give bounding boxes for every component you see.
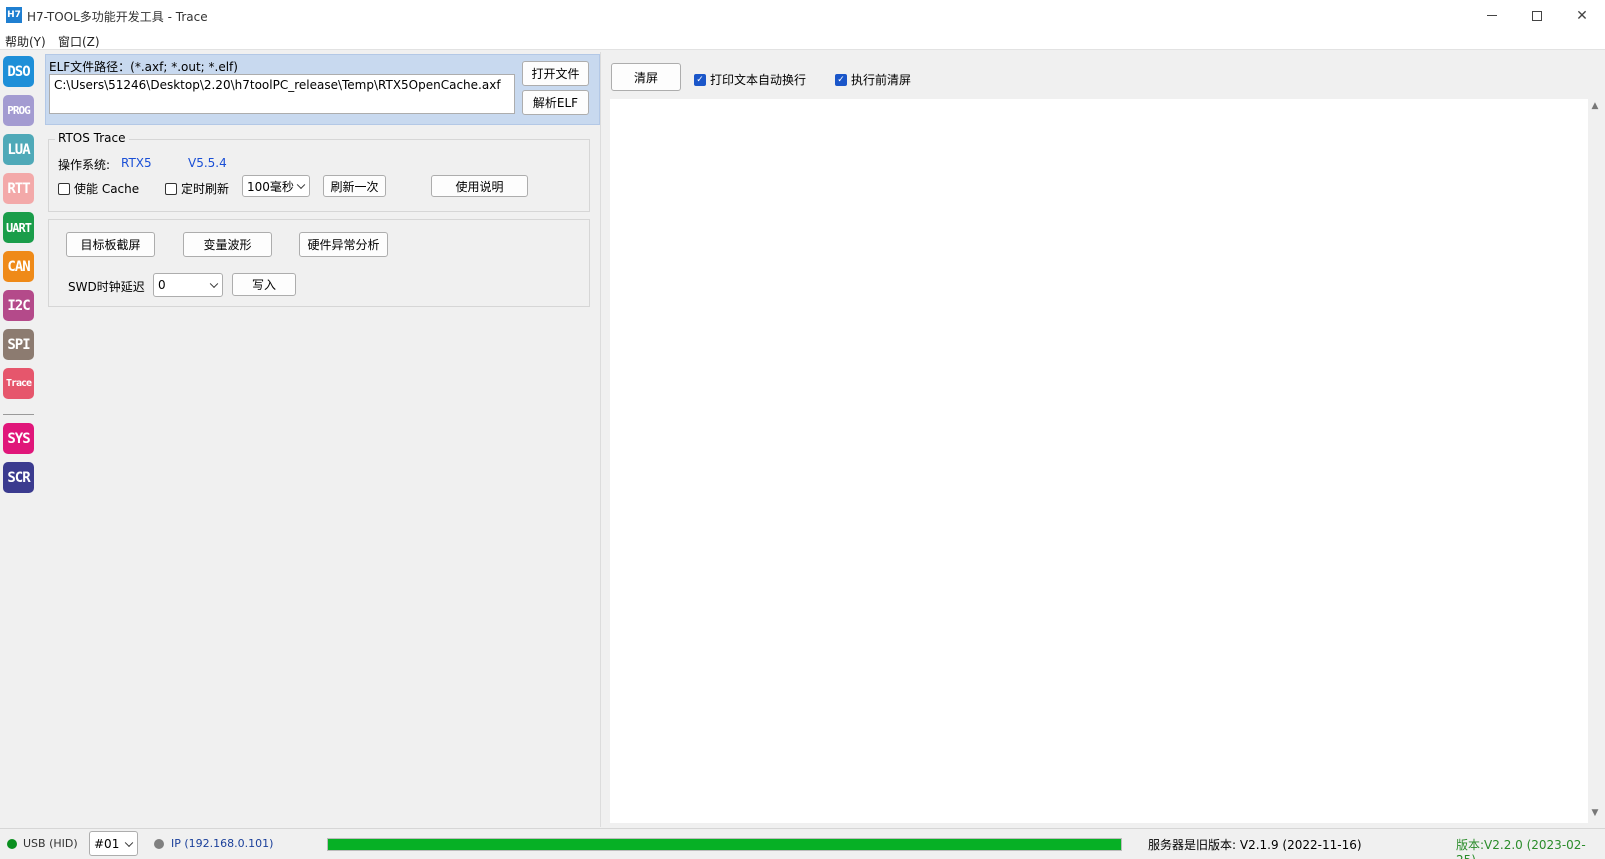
elf-panel: ELF文件路径：(*.axf; *.out; *.elf) C:\Users\5…	[45, 54, 600, 125]
write-button[interactable]: 写入	[232, 273, 296, 296]
nav-divider	[3, 414, 34, 415]
cache-checkbox-label: 使能 Cache	[74, 182, 140, 196]
nav-spi-button[interactable]: SPI	[3, 329, 34, 360]
tools-group: 目标板截屏 变量波形 硬件异常分析 SWD时钟延迟 0 写入	[48, 219, 590, 307]
window-title: H7-TOOL多功能开发工具 - Trace	[27, 10, 208, 24]
clear-before-run-checkbox-box[interactable]: ✓	[835, 73, 847, 86]
clear-screen-button[interactable]: 清屏	[611, 63, 681, 91]
parse-elf-button[interactable]: 解析ELF	[522, 90, 589, 115]
close-button[interactable]: ✕	[1559, 0, 1605, 31]
rtos-group-title: RTOS Trace	[55, 131, 129, 145]
device-select-value: #01	[94, 836, 120, 851]
progress-bar-fill	[328, 839, 1121, 850]
rtos-trace-group: RTOS Trace 操作系统: RTX5 V5.5.4 使能 Cache 定时…	[48, 131, 590, 212]
hard-fault-analysis-button[interactable]: 硬件异常分析	[299, 232, 388, 257]
title-bar: H7 H7-TOOL多功能开发工具 - Trace ✕	[0, 0, 1605, 31]
output-textarea[interactable]	[610, 99, 1588, 823]
chevron-down-icon	[209, 279, 219, 289]
cache-checkbox[interactable]: 使能 Cache	[58, 180, 139, 197]
nav-rtt-button[interactable]: RTT	[3, 173, 34, 204]
refresh-once-button[interactable]: 刷新一次	[323, 175, 386, 197]
usb-status-text: USB (HID)	[23, 837, 78, 850]
open-file-button[interactable]: 打开文件	[522, 61, 589, 86]
nav-scr-button[interactable]: SCR	[3, 462, 34, 493]
nav-dso-button[interactable]: DSO	[3, 56, 34, 87]
version-text: 版本:V2.2.0 (2023-02-25)	[1456, 838, 1586, 859]
elf-path-field[interactable]: C:\Users\51246\Desktop\2.20\h7toolPC_rel…	[49, 74, 515, 114]
nav-trace-button[interactable]: Trace	[3, 368, 34, 399]
clear-before-run-label: 执行前清屏	[851, 73, 912, 87]
swd-delay-label: SWD时钟延迟	[68, 280, 145, 294]
scroll-up-arrow-icon[interactable]: ▲	[1588, 99, 1602, 113]
maximize-button[interactable]	[1514, 0, 1560, 31]
close-icon: ✕	[1576, 7, 1588, 24]
refresh-interval-select[interactable]: 100毫秒	[242, 175, 310, 197]
app-logo-icon: H7	[6, 7, 22, 23]
nav-uart-button[interactable]: UART	[3, 212, 34, 243]
auto-wrap-checkbox[interactable]: ✓ 打印文本自动换行	[694, 71, 806, 88]
left-nav: DSO PROG LUA RTT UART CAN I2C SPI Trace …	[0, 52, 38, 827]
swd-delay-value: 0	[158, 278, 166, 292]
menu-bar: 帮助(Y) 窗口(Z)	[0, 31, 1605, 50]
timer-refresh-checkbox[interactable]: 定时刷新	[165, 180, 229, 197]
variable-waveform-button[interactable]: 变量波形	[183, 232, 272, 257]
maximize-icon	[1532, 10, 1542, 21]
timer-refresh-label: 定时刷新	[181, 182, 230, 196]
refresh-interval-value: 100毫秒	[247, 179, 294, 194]
elf-path-label: ELF文件路径：(*.axf; *.out; *.elf)	[49, 60, 238, 74]
chevron-down-icon	[296, 180, 306, 190]
chevron-down-icon	[124, 838, 134, 847]
os-version: V5.5.4	[188, 156, 227, 170]
menu-window[interactable]: 窗口(Z)	[58, 33, 100, 50]
auto-wrap-label: 打印文本自动换行	[710, 73, 807, 87]
server-version-text: 服务器是旧版本: V2.1.9 (2022-11-16)	[1148, 838, 1362, 852]
swd-delay-select[interactable]: 0	[153, 273, 223, 297]
nav-lua-button[interactable]: LUA	[3, 134, 34, 165]
os-name: RTX5	[121, 156, 152, 170]
auto-wrap-checkbox-box[interactable]: ✓	[694, 73, 706, 86]
ip-status-dot-icon	[154, 839, 164, 849]
nav-prog-button[interactable]: PROG	[3, 95, 34, 126]
nav-can-button[interactable]: CAN	[3, 251, 34, 282]
nav-sys-button[interactable]: SYS	[3, 423, 34, 454]
minimize-icon	[1487, 15, 1497, 16]
scroll-down-arrow-icon[interactable]: ▼	[1588, 806, 1602, 820]
timer-refresh-checkbox-box[interactable]	[165, 182, 177, 195]
device-select[interactable]: #01	[89, 831, 138, 856]
nav-i2c-button[interactable]: I2C	[3, 290, 34, 321]
usage-help-button[interactable]: 使用说明	[431, 175, 528, 197]
target-screenshot-button[interactable]: 目标板截屏	[66, 232, 155, 257]
status-bar: USB (HID) #01 IP (192.168.0.101) 服务器是旧版本…	[0, 828, 1605, 859]
minimize-button[interactable]	[1469, 0, 1515, 31]
cache-checkbox-box[interactable]	[58, 182, 70, 195]
ip-status-text: IP (192.168.0.101)	[171, 837, 274, 850]
progress-bar	[327, 838, 1122, 851]
clear-before-run-checkbox[interactable]: ✓ 执行前清屏	[835, 71, 911, 88]
usb-status-dot-icon	[7, 839, 17, 849]
os-label: 操作系统:	[58, 158, 111, 172]
panel-divider	[600, 52, 601, 827]
menu-help[interactable]: 帮助(Y)	[5, 33, 46, 50]
